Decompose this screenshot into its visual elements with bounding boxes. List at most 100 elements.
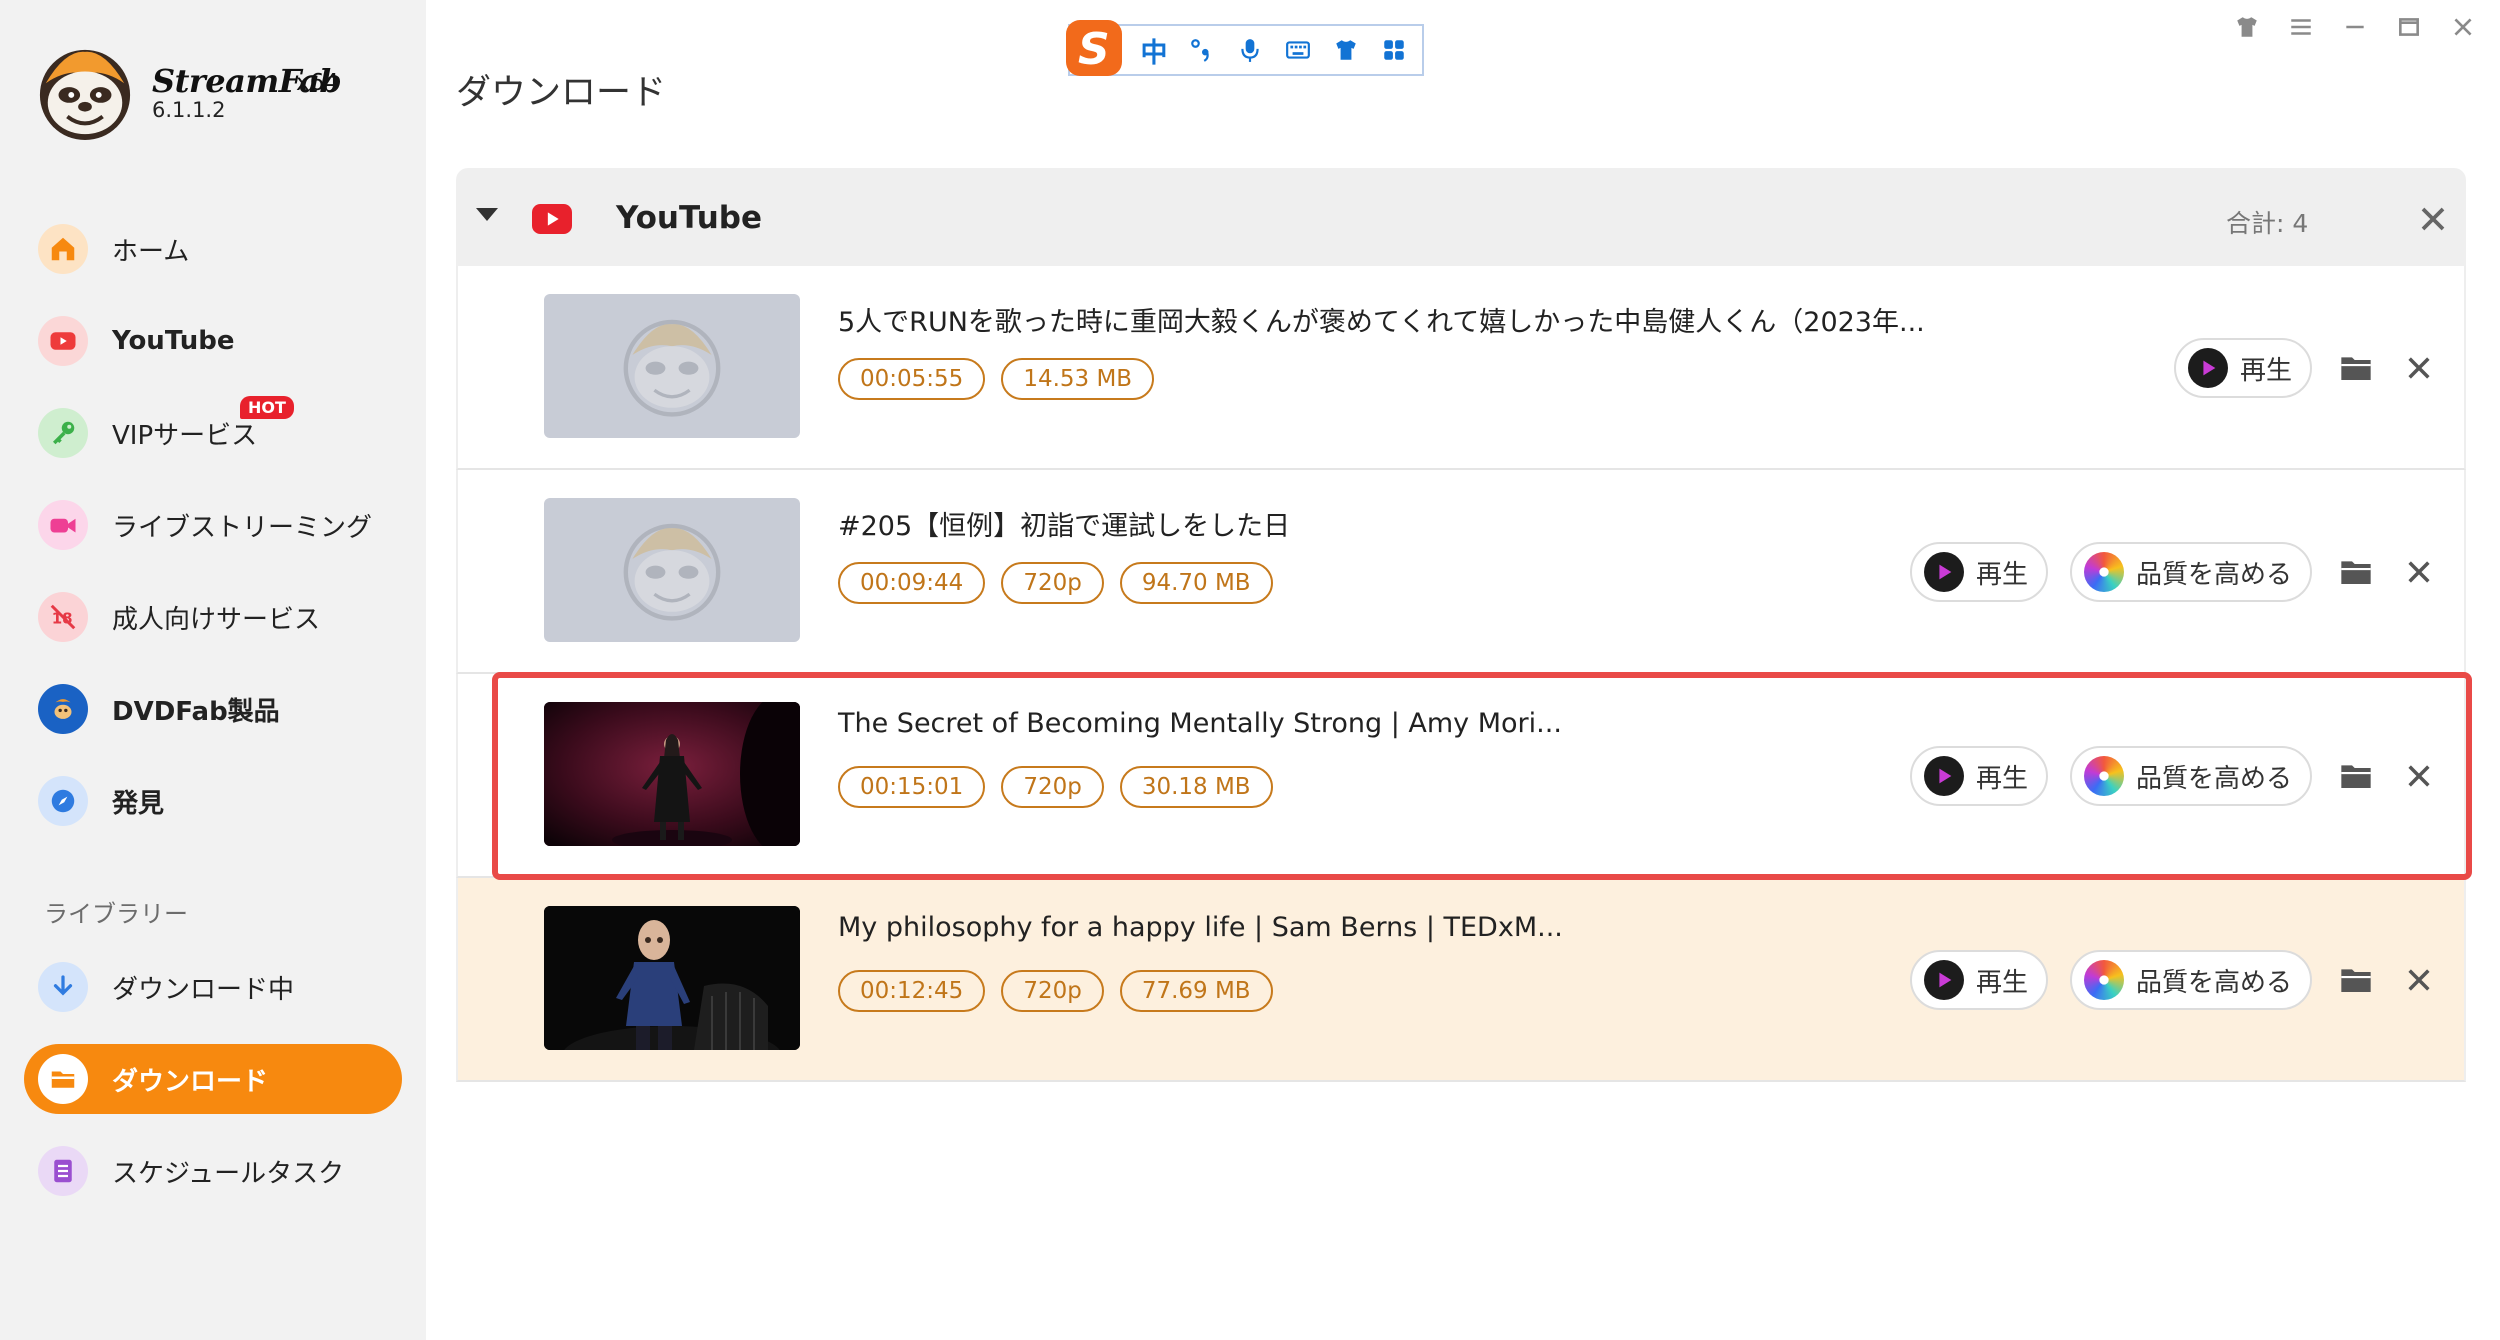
play-icon: [1923, 960, 1964, 1000]
svg-text:S: S: [1078, 24, 1110, 75]
ime-skin-icon[interactable]: [1328, 32, 1364, 68]
speaker-stage-image: [544, 906, 800, 1050]
play-label: 再生: [1975, 967, 2028, 998]
sidebar-item-label: スケジュールタスク: [112, 1158, 345, 1189]
adult-icon: 18: [38, 592, 88, 642]
sidebar-item-live-streaming[interactable]: ライブストリーミング: [24, 490, 402, 560]
item-title: The Secret of Becoming Mentally Strong |…: [838, 708, 1562, 739]
schedule-icon: [38, 1146, 88, 1196]
download-item[interactable]: #205【恒例】初詣で運試しをした日 00:09:44 720p 94.70 M…: [456, 470, 2466, 674]
play-icon: [2187, 348, 2228, 388]
item-title: #205【恒例】初詣で運試しをした日: [838, 511, 1291, 542]
dvdfab-icon: [38, 684, 88, 734]
hot-badge: HOT: [240, 396, 294, 419]
key-icon: [38, 408, 88, 458]
duration-tag: 00:09:44: [838, 562, 986, 604]
sidebar-item-label: ダウンロード: [112, 1066, 269, 1097]
youtube-icon: [38, 316, 88, 366]
placeholder-mascot-icon: [623, 523, 721, 621]
download-group: YouTube 合計: 4 5人でRUNを歌った時に重岡大毅くんが褒めてくれて嬉…: [456, 168, 2466, 1082]
download-item[interactable]: My philosophy for a happy life | Sam Ber…: [456, 878, 2466, 1082]
menu-icon[interactable]: [2286, 12, 2316, 42]
library-section-label: ライブラリー: [44, 900, 188, 928]
ime-keyboard-icon[interactable]: [1280, 32, 1316, 68]
open-folder-icon[interactable]: [2338, 554, 2374, 590]
enhance-quality-button[interactable]: 品質を高める: [2069, 542, 2312, 602]
remove-item-icon[interactable]: [2404, 965, 2434, 995]
video-thumbnail: [544, 702, 800, 846]
sidebar-item-label: VIPサービス: [112, 420, 258, 451]
collapse-arrow-icon[interactable]: [476, 208, 498, 221]
video-thumbnail: [544, 498, 800, 642]
speaker-stage-image: [544, 702, 800, 846]
ime-toolbox-icon[interactable]: [1376, 32, 1412, 68]
open-folder-icon[interactable]: [2338, 962, 2374, 998]
play-label: 再生: [1975, 763, 2028, 794]
enhance-icon: [2083, 552, 2124, 592]
app-version: 6.1.1.2: [152, 98, 226, 122]
sidebar-item-dvdfab[interactable]: DVDFab製品: [24, 674, 402, 744]
close-icon[interactable]: [2448, 12, 2478, 42]
video-thumbnail: [544, 294, 800, 438]
enhance-quality-button[interactable]: 品質を高める: [2069, 746, 2312, 806]
sidebar-item-downloading[interactable]: ダウンロード中: [24, 952, 402, 1022]
item-title: My philosophy for a happy life | Sam Ber…: [838, 912, 1563, 943]
folder-icon: [38, 1054, 88, 1104]
video-thumbnail: [544, 906, 800, 1050]
enhance-quality-button[interactable]: 品質を高める: [2069, 950, 2312, 1010]
sidebar-item-adult[interactable]: 18 成人向けサービス: [24, 582, 402, 652]
youtube-icon: [532, 204, 572, 234]
play-button[interactable]: 再生: [2173, 338, 2312, 398]
minimize-icon[interactable]: [2340, 12, 2370, 42]
download-icon: [38, 962, 88, 1012]
download-item[interactable]: 5人でRUNを歌った時に重岡大毅くんが褒めてくれて嬉しかった中島健人くん（202…: [456, 266, 2466, 470]
play-button[interactable]: 再生: [1909, 746, 2048, 806]
sidebar-item-label: ホーム: [112, 236, 190, 267]
open-folder-icon[interactable]: [2338, 350, 2374, 386]
sidebar-item-home[interactable]: ホーム: [24, 214, 402, 284]
camera-icon: [38, 500, 88, 550]
sidebar-item-youtube[interactable]: YouTube: [24, 306, 402, 376]
play-label: 再生: [2239, 355, 2292, 386]
size-tag: 94.70 MB: [1119, 562, 1273, 604]
open-folder-icon[interactable]: [2338, 758, 2374, 794]
remove-item-icon[interactable]: [2404, 353, 2434, 383]
sidebar-item-schedule[interactable]: スケジュールタスク: [24, 1136, 402, 1206]
enhance-label: 品質を高める: [2135, 763, 2292, 794]
remove-item-icon[interactable]: [2404, 761, 2434, 791]
sidebar-item-label: ダウンロード中: [112, 974, 295, 1005]
sidebar-item-label: 成人向けサービス: [112, 604, 321, 635]
window-controls: [2232, 12, 2478, 42]
group-total: 合計: 4: [2226, 209, 2309, 238]
ime-microphone-icon[interactable]: [1232, 32, 1268, 68]
duration-tag: 00:15:01: [838, 766, 986, 808]
size-tag: 30.18 MB: [1119, 766, 1273, 808]
resolution-tag: 720p: [1001, 562, 1104, 604]
sidebar-item-discover[interactable]: 発見: [24, 766, 402, 836]
ime-punctuation-icon[interactable]: [1184, 32, 1220, 68]
sidebar: StreamFab x64 6.1.1.2 ホーム YouTube VIPサービ…: [0, 0, 426, 1340]
streamfab-logo-icon: [39, 49, 131, 141]
sidebar-item-vip[interactable]: VIPサービス HOT: [24, 396, 402, 468]
play-button[interactable]: 再生: [1909, 950, 2048, 1010]
play-label: 再生: [1975, 559, 2028, 590]
play-button[interactable]: 再生: [1909, 542, 2048, 602]
download-item[interactable]: The Secret of Becoming Mentally Strong |…: [456, 674, 2466, 878]
play-icon: [1923, 756, 1964, 796]
sidebar-item-downloaded[interactable]: ダウンロード: [24, 1044, 402, 1114]
resolution-tag: 720p: [1001, 970, 1104, 1012]
ime-mode-icon[interactable]: 中: [1136, 32, 1172, 69]
skin-icon[interactable]: [2232, 12, 2262, 42]
sidebar-item-label: DVDFab製品: [112, 696, 280, 727]
app-arch: x64: [296, 70, 339, 96]
enhance-icon: [2083, 756, 2124, 796]
play-icon: [1923, 552, 1964, 592]
placeholder-mascot-icon: [623, 319, 721, 417]
resolution-tag: 720p: [1001, 766, 1104, 808]
enhance-icon: [2083, 960, 2124, 1000]
maximize-icon[interactable]: [2394, 12, 2424, 42]
remove-item-icon[interactable]: [2404, 557, 2434, 587]
home-icon: [38, 224, 88, 274]
group-close-icon[interactable]: [2418, 204, 2448, 234]
ime-toolbar[interactable]: S 中: [1066, 20, 1424, 76]
